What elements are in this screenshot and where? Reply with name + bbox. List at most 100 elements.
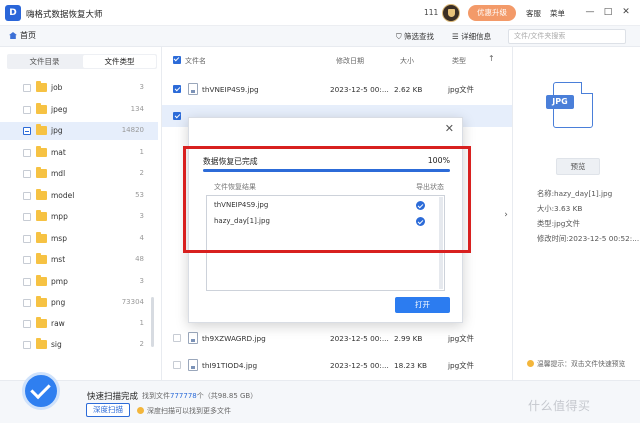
checkbox[interactable]	[23, 149, 31, 157]
folder-icon	[36, 317, 47, 328]
title-bar: D 嗨格式数据恢复大师 111 优惠升级 客服 菜单 — □ ✕	[0, 0, 640, 26]
sidebar-item-model[interactable]: model 53	[0, 187, 158, 205]
scan-complete-check-icon	[22, 372, 60, 410]
close-window-button[interactable]: ✕	[620, 6, 632, 18]
row-checkbox[interactable]	[173, 361, 181, 369]
checkbox[interactable]	[23, 213, 31, 221]
checkbox[interactable]	[23, 192, 31, 200]
toolbar: 首页 ⛉ 筛选查找 ☰ 详细信息 文件/文件夹搜索	[0, 26, 640, 47]
column-header-size[interactable]: 大小	[400, 56, 414, 66]
sidebar-item-jpeg[interactable]: jpeg 134	[0, 101, 158, 119]
filter-search-button[interactable]: ⛉ 筛选查找	[396, 31, 434, 42]
file-size: 2.62 KB	[394, 85, 423, 94]
file-name: th9XZWAGRD.jpg	[202, 334, 266, 343]
tree-item-count: 2	[139, 169, 144, 177]
tree-item-name: msp	[51, 234, 67, 243]
file-modified: 2023-12-5 00:...	[330, 361, 389, 370]
sidebar-item-mpp[interactable]: mpp 3	[0, 208, 158, 226]
folder-icon	[36, 81, 47, 92]
sidebar-item-mat[interactable]: mat 1	[0, 144, 158, 162]
customer-service-link[interactable]: 客服	[526, 8, 541, 19]
tree-item-name: job	[51, 83, 63, 92]
details-button[interactable]: ☰ 详细信息	[452, 31, 491, 42]
folder-icon	[36, 167, 47, 178]
highlight-annotation-frame	[183, 146, 471, 253]
checkbox[interactable]	[23, 256, 31, 264]
preview-button[interactable]: 预览	[556, 158, 600, 175]
sidebar-item-png[interactable]: png 73304	[0, 294, 158, 312]
deep-scan-button[interactable]: 深度扫描	[86, 403, 130, 417]
checkbox[interactable]	[23, 84, 31, 92]
sidebar-item-msp[interactable]: msp 4	[0, 230, 158, 248]
checkbox[interactable]	[23, 341, 31, 349]
jpg-file-icon: JPG	[546, 82, 593, 128]
tab-file-type[interactable]: 文件类型	[83, 55, 156, 68]
column-header-modified[interactable]: 修改日期	[336, 56, 364, 66]
preview-tip-text: 温馨提示：双击文件快速预览	[537, 360, 626, 368]
checkbox[interactable]	[23, 127, 31, 135]
image-file-icon	[188, 332, 198, 344]
tree-item-count: 73304	[121, 298, 144, 306]
open-button[interactable]: 打开	[395, 297, 450, 313]
scan-stats-suffix: 个（共98.85 GB）	[196, 392, 258, 400]
column-header-name[interactable]: 文件名	[185, 56, 206, 66]
file-type: jpg文件	[448, 334, 474, 343]
sidebar-item-mdl[interactable]: mdl 2	[0, 165, 158, 183]
upgrade-button[interactable]: 优惠升级	[468, 5, 516, 21]
sidebar-item-pmp[interactable]: pmp 3	[0, 273, 158, 291]
maximize-button[interactable]: □	[602, 6, 614, 18]
checkbox[interactable]	[23, 170, 31, 178]
tree-item-name: mst	[51, 255, 66, 264]
tree-item-count: 3	[139, 212, 144, 220]
folder-icon	[36, 189, 47, 200]
minimize-button[interactable]: —	[584, 6, 596, 18]
preview-panel: JPG 预览 名称:hazy_day[1].jpg 大小:3.63 KB 类型:…	[512, 47, 640, 380]
preview-type: 类型:jpg文件	[537, 219, 580, 228]
tree-item-count: 48	[135, 255, 144, 263]
column-header-type[interactable]: 类型	[452, 56, 466, 66]
select-all-checkbox[interactable]	[173, 56, 181, 64]
checkbox[interactable]	[23, 106, 31, 114]
search-input[interactable]: 文件/文件夹搜索	[508, 29, 626, 44]
table-row[interactable]: th9XZWAGRD.jpg 2023-12-5 00:... 2.99 KB …	[162, 327, 512, 349]
chevron-right-icon[interactable]: ›	[500, 205, 512, 225]
tab-file-directory[interactable]: 文件目录	[8, 55, 81, 68]
tree-item-name: raw	[51, 319, 65, 328]
message-count[interactable]: 111	[424, 8, 438, 17]
sidebar-item-job[interactable]: job 3	[0, 79, 158, 97]
tree-item-name: mdl	[51, 169, 66, 178]
folder-icon	[36, 146, 47, 157]
menu-link[interactable]: 菜单	[550, 8, 565, 19]
tree-item-name: mat	[51, 148, 66, 157]
sidebar-item-sig[interactable]: sig 2	[0, 336, 158, 354]
tab-home[interactable]: 首页	[9, 30, 36, 41]
tip-bulb-icon	[137, 407, 144, 414]
row-checkbox[interactable]	[173, 85, 181, 93]
list-icon: ☰	[452, 32, 462, 41]
sidebar-item-jpg[interactable]: jpg 14820	[0, 122, 158, 140]
sidebar-item-raw[interactable]: raw 1	[0, 315, 158, 333]
table-row[interactable]: thVNEIP4S9.jpg 2023-12-5 00:... 2.62 KB …	[162, 78, 512, 100]
checkbox[interactable]	[23, 320, 31, 328]
folder-icon	[36, 210, 47, 221]
tree-item-count: 3	[139, 83, 144, 91]
vip-badge-icon[interactable]	[442, 4, 460, 22]
checkbox[interactable]	[23, 299, 31, 307]
folder-icon	[36, 253, 47, 264]
folder-icon	[36, 103, 47, 114]
tree-item-count: 53	[135, 191, 144, 199]
sidebar-scrollbar[interactable]	[151, 297, 154, 347]
close-icon[interactable]: ✕	[445, 122, 454, 135]
sort-arrow-icon[interactable]: ↑	[488, 54, 495, 63]
tree-item-count: 2	[139, 340, 144, 348]
sidebar-item-mst[interactable]: mst 48	[0, 251, 158, 269]
checkbox[interactable]	[23, 278, 31, 286]
scan-stats: 找到文件777778个（共98.85 GB）	[142, 391, 257, 401]
checkbox[interactable]	[23, 235, 31, 243]
table-row[interactable]: thI91TIOD4.jpg 2023-12-5 00:... 18.23 KB…	[162, 354, 512, 376]
tree-item-name: pmp	[51, 277, 68, 286]
folder-icon	[36, 338, 47, 349]
scan-stats-prefix: 找到文件	[142, 392, 170, 400]
row-checkbox[interactable]	[173, 334, 181, 342]
row-checkbox[interactable]	[173, 112, 181, 120]
